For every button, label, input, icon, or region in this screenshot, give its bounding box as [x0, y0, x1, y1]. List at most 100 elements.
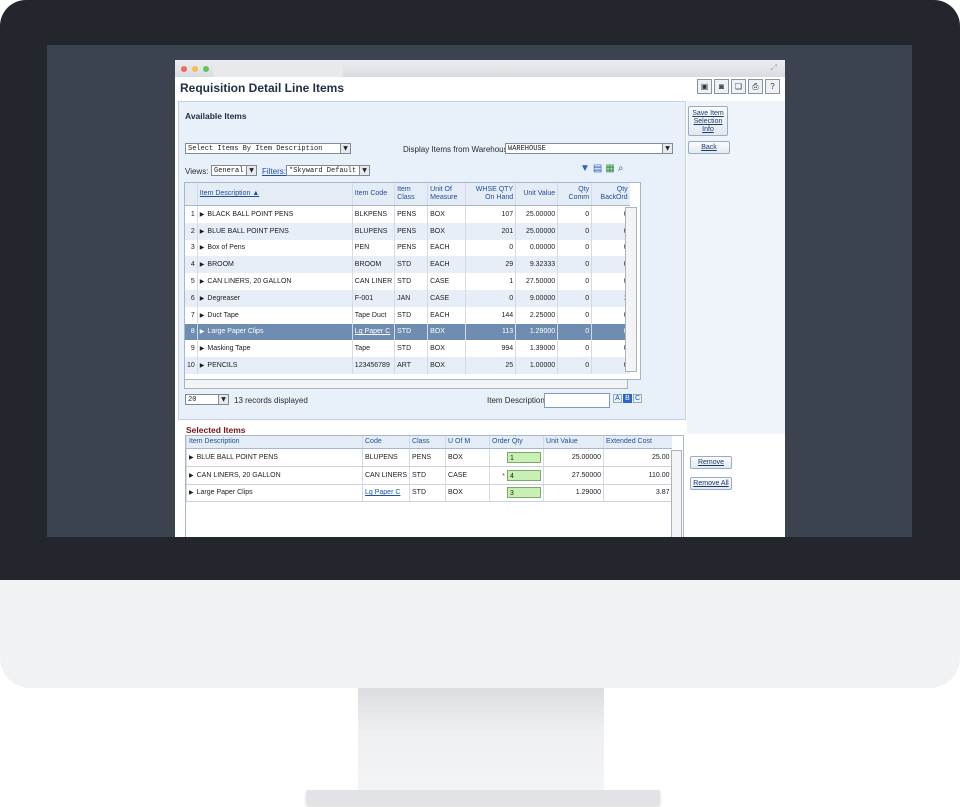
- expand-row-icon[interactable]: ▶: [200, 261, 205, 268]
- expand-row-icon[interactable]: ▶: [189, 454, 194, 461]
- sel-col-unit-value[interactable]: Unit Value: [543, 436, 604, 449]
- back-button[interactable]: Back: [688, 141, 730, 154]
- sel-col-description[interactable]: Item Description: [186, 436, 363, 449]
- qty-comm-cell: 0: [557, 205, 592, 223]
- unit-value-cell: 25.00000: [515, 222, 558, 240]
- unit-of-measure-cell: EACH: [427, 239, 466, 257]
- maximize-dot[interactable]: [203, 66, 209, 72]
- selected-row[interactable]: ▶ CAN LINERS, 20 GALLON CAN LINERS STD CASE *…: [186, 466, 672, 485]
- whse-qty-cell: 0: [465, 289, 516, 307]
- expand-row-icon[interactable]: ▶: [200, 211, 205, 218]
- item-code-cell[interactable]: Lg Paper C: [351, 323, 395, 341]
- expand-row-icon[interactable]: ▶: [200, 312, 205, 319]
- help-icon[interactable]: ?: [765, 79, 780, 94]
- expand-row-icon[interactable]: ▶: [189, 472, 194, 479]
- sel-col-code[interactable]: Code: [361, 436, 410, 449]
- col-item-code[interactable]: Item Code: [351, 183, 395, 206]
- fullscreen-icon[interactable]: ⤢: [771, 63, 777, 73]
- warehouse-value: WAREHOUSE: [508, 145, 546, 153]
- unit-of-measure-cell-text: EACH: [430, 261, 450, 269]
- table-row[interactable]: 2 ▶ BLUE BALL POINT PENS BLUPENS PENS BOX 201 2…: [185, 222, 630, 240]
- order-qty-input[interactable]: 4: [507, 469, 542, 481]
- page-size-dropdown[interactable]: 20 ▼: [185, 394, 229, 405]
- side-actions: Save Item Selection Info Back Remove Rem…: [687, 101, 785, 490]
- whse-qty-cell: 113: [465, 323, 516, 341]
- selected-code-text[interactable]: Lg Paper C: [365, 489, 400, 496]
- col-qty-backord[interactable]: Qty BackOrd: [591, 183, 630, 206]
- col-unit-value[interactable]: Unit Value: [515, 183, 558, 206]
- camera-icon[interactable]: ◙: [714, 79, 729, 94]
- expand-row-icon[interactable]: ▶: [200, 244, 205, 251]
- table-row[interactable]: 6▶DegreaserF-001JANCASE09.0000001: [185, 289, 630, 307]
- selected-row[interactable]: ▶ Large Paper Clips Lg Paper C STD BOX 3 1.290…: [186, 484, 672, 503]
- table-row[interactable]: 1 ▶ BLACK BALL POINT PENS BLKPENS PENS BOX 107…: [185, 205, 630, 223]
- table-row[interactable]: 5 ▶ CAN LINERS, 20 GALLON CAN LINER STD CASE 1…: [185, 273, 630, 290]
- printer-icon[interactable]: ⎙: [748, 79, 763, 94]
- order-qty-input[interactable]: 1: [507, 451, 542, 463]
- unit-value-cell: 1.29000: [515, 323, 558, 341]
- vertical-scrollbar[interactable]: [625, 207, 637, 372]
- horizontal-scrollbar[interactable]: [184, 379, 628, 389]
- selected-items-heading: Selected Items: [186, 425, 246, 435]
- minimize-dot[interactable]: [192, 66, 198, 72]
- remove-all-button[interactable]: Remove All: [690, 477, 732, 490]
- sel-col-order-qty[interactable]: Order Qty: [489, 436, 544, 449]
- item-code-cell-text[interactable]: Lg Paper C: [355, 328, 390, 335]
- filters-link[interactable]: Filters:: [262, 167, 286, 176]
- alpha-c-button[interactable]: C: [633, 394, 642, 403]
- item-code-cell: F-001: [351, 289, 395, 307]
- expand-row-icon[interactable]: ▶: [200, 328, 205, 335]
- expand-row-icon[interactable]: ▶: [200, 278, 205, 285]
- col-qty-comm[interactable]: Qty Comm: [557, 183, 592, 206]
- filters-dropdown[interactable]: *Skyward Default ▼: [286, 165, 370, 176]
- unit-value-cell: 25.00000: [515, 205, 558, 223]
- expand-row-icon[interactable]: ▶: [200, 228, 205, 235]
- selected-row[interactable]: ▶ BLUE BALL POINT PENS BLUPENS PENS BOX 1 25.0…: [186, 448, 672, 467]
- warehouse-dropdown[interactable]: WAREHOUSE ▼: [505, 143, 673, 154]
- order-qty-input[interactable]: 3: [507, 487, 542, 499]
- qty-comm-cell-text: 0: [585, 328, 590, 336]
- views-dropdown[interactable]: General ▼: [211, 165, 257, 176]
- table-row[interactable]: 3▶Box of PensPENPENSEACH00.0000000: [185, 239, 630, 257]
- col-item-class[interactable]: Item Class: [394, 183, 428, 206]
- browser-tab[interactable]: [213, 63, 343, 77]
- alpha-a-button[interactable]: A: [613, 394, 622, 403]
- expand-row-icon[interactable]: ▶: [200, 295, 205, 302]
- close-dot[interactable]: [181, 66, 187, 72]
- expand-row-icon[interactable]: ▶: [200, 362, 205, 369]
- bookmark-icon[interactable]: ❏: [731, 79, 746, 94]
- table-row[interactable]: 8 ▶ Large Paper Clips Lg Paper C STD BOX 113 1.…: [185, 323, 630, 341]
- selected-vertical-scrollbar[interactable]: [671, 450, 682, 537]
- chevron-down-icon: ▼: [340, 144, 350, 153]
- remove-button[interactable]: Remove: [690, 456, 732, 469]
- sel-col-extended-cost[interactable]: Extended Cost: [603, 436, 672, 449]
- records-count: 13 records displayed: [234, 396, 308, 405]
- image-icon[interactable]: ▣: [697, 79, 712, 94]
- table-row[interactable]: 9▶Masking TapeTapeSTDBOX9941.3900000: [185, 340, 630, 358]
- expand-row-icon[interactable]: ▶: [189, 489, 194, 496]
- document-icon[interactable]: ▤: [593, 163, 602, 174]
- col-unit-of-measure[interactable]: Unit Of Measure: [427, 183, 466, 206]
- selected-code-cell[interactable]: Lg Paper C: [361, 484, 410, 503]
- table-row[interactable]: 10▶PENCILS123456789ARTBOX251.0000000: [185, 357, 630, 374]
- qty-backord-cell: 0: [591, 273, 630, 290]
- item-class-cell-text: PENS: [397, 227, 417, 235]
- selected-cls-text: STD: [412, 471, 427, 479]
- item-code-cell-text: BLKPENS: [354, 210, 388, 218]
- save-selection-button[interactable]: Save Item Selection Info: [688, 106, 728, 136]
- sel-col-class[interactable]: Class: [409, 436, 446, 449]
- item-description-search-input[interactable]: [544, 393, 610, 408]
- expand-row-icon[interactable]: ▶: [200, 345, 205, 352]
- table-row[interactable]: 7▶Duct TapeTape DuctSTDEACH1442.2500000: [185, 306, 630, 324]
- print-preview-icon[interactable]: ⌕: [618, 163, 624, 174]
- export-icon[interactable]: ▦: [605, 163, 614, 174]
- sel-col-uom[interactable]: U Of M: [445, 436, 490, 449]
- select-mode-dropdown[interactable]: Select Items By Item Description ▼: [185, 143, 351, 154]
- warehouse-label: Display Items from Warehouse:: [403, 145, 515, 154]
- alpha-b-button[interactable]: B: [623, 394, 632, 403]
- table-row[interactable]: 4▶BROOMBROOMSTDEACH299.3233300: [185, 256, 630, 274]
- filter-icon[interactable]: ▼: [580, 163, 590, 174]
- col-whse-qty[interactable]: WHSE QTY On Hand: [465, 183, 516, 206]
- col-item-description[interactable]: Item Description ▲: [196, 183, 353, 206]
- order-qty-cell: * 4: [489, 466, 544, 485]
